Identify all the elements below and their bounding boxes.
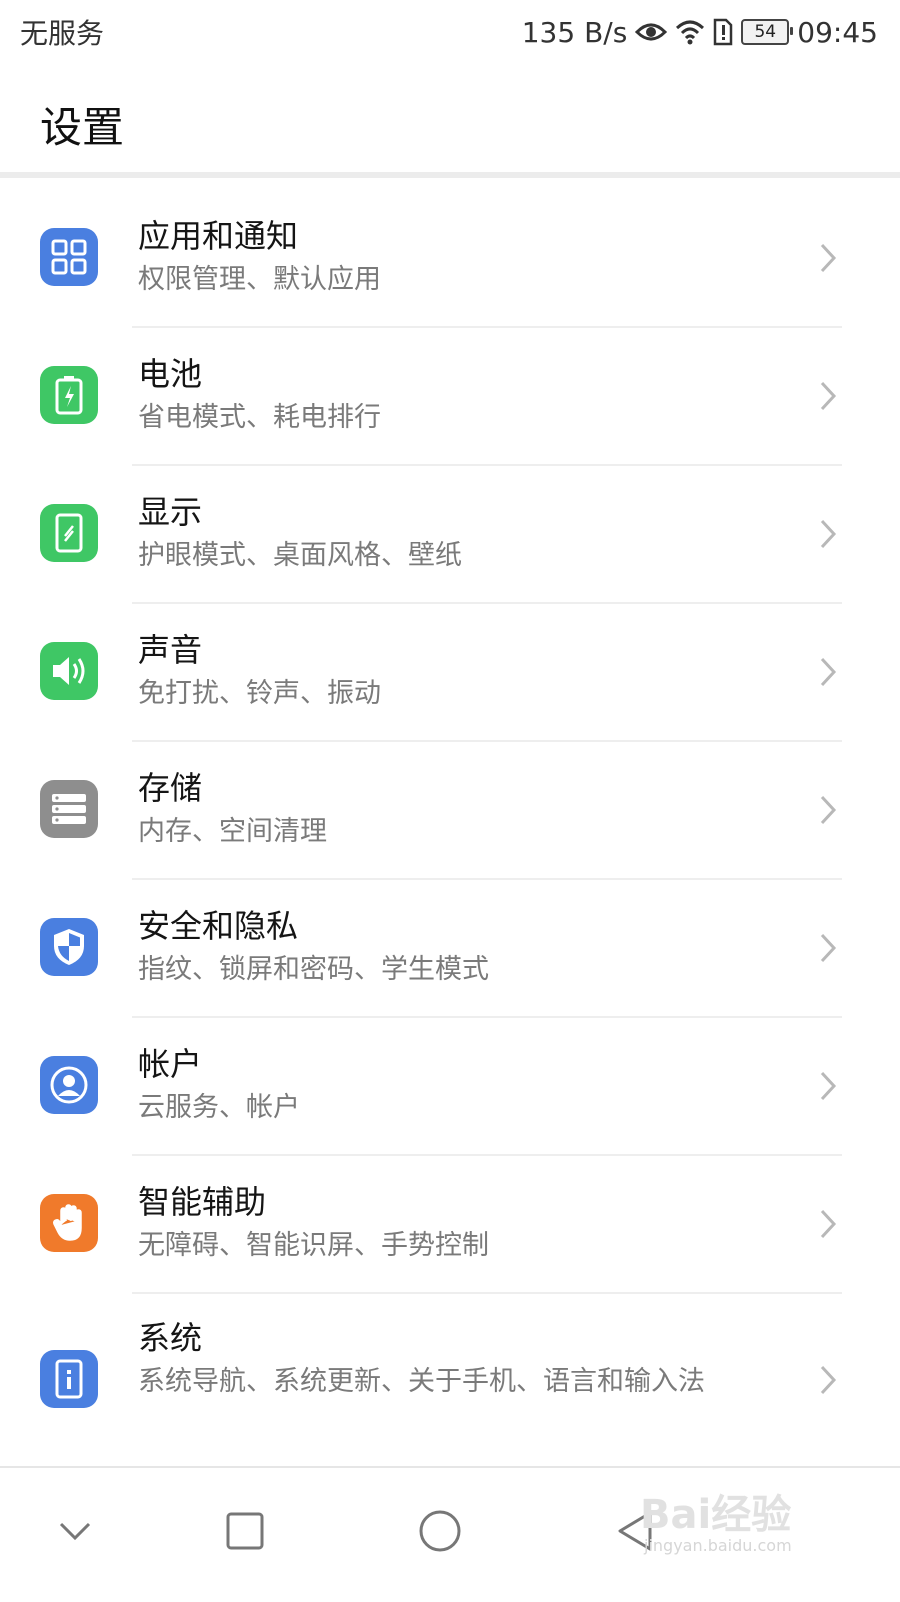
- shield-icon: [40, 918, 98, 976]
- item-title: 帐户: [138, 1045, 203, 1083]
- settings-item-storage[interactable]: 存储 内存、空间清理: [0, 742, 900, 880]
- item-title: 智能辅助: [138, 1183, 267, 1221]
- watermark: Bai经验 jingyan.baidu.com: [640, 1470, 830, 1580]
- display-icon: [40, 504, 98, 562]
- wifi-icon: [675, 19, 705, 45]
- chevron-right-icon: [814, 514, 842, 554]
- battery-indicator: 54: [741, 19, 794, 45]
- watermark-url: jingyan.baidu.com: [644, 1536, 792, 1555]
- hand-icon: [40, 1194, 98, 1252]
- item-title: 电池: [138, 355, 203, 393]
- recents-icon[interactable]: [210, 1496, 280, 1566]
- item-title: 系统: [138, 1319, 203, 1357]
- storage-icon: [40, 780, 98, 838]
- item-title: 存储: [138, 769, 203, 807]
- app-bar: 设置: [0, 64, 900, 174]
- item-title: 安全和隐私: [138, 907, 299, 945]
- apps-grid-icon: [40, 228, 98, 286]
- battery-icon: [40, 366, 98, 424]
- chevron-right-icon: [814, 1204, 842, 1244]
- settings-item-account[interactable]: 帐户 云服务、帐户: [0, 1018, 900, 1156]
- item-subtitle: 省电模式、耗电排行: [138, 402, 381, 433]
- status-bar: 无服务 135 B/s 54 09:45: [0, 0, 900, 64]
- watermark-brand: Bai经验: [640, 1492, 792, 1538]
- home-icon[interactable]: [405, 1496, 475, 1566]
- chevron-right-icon: [814, 928, 842, 968]
- chevron-right-icon: [814, 652, 842, 692]
- eye-comfort-icon: [635, 20, 668, 44]
- item-subtitle: 系统导航、系统更新、关于手机、语言和输入法: [138, 1366, 705, 1397]
- item-title: 声音: [138, 631, 203, 669]
- header-divider: [0, 172, 900, 178]
- page-title: 设置: [40, 103, 125, 152]
- hide-navbar-icon[interactable]: [40, 1496, 110, 1566]
- status-icons: 135 B/s 54 09:45: [522, 12, 878, 52]
- chevron-right-icon: [814, 790, 842, 830]
- clock: 09:45: [797, 15, 878, 49]
- item-subtitle: 无障碍、智能识屏、手势控制: [138, 1230, 489, 1261]
- item-title: 应用和通知: [138, 217, 299, 255]
- settings-item-battery[interactable]: 电池 省电模式、耗电排行: [0, 328, 900, 466]
- item-subtitle: 权限管理、默认应用: [138, 264, 381, 295]
- sim-alert-icon: [713, 18, 733, 46]
- item-subtitle: 内存、空间清理: [138, 816, 327, 847]
- chevron-right-icon: [814, 238, 842, 278]
- chevron-right-icon: [814, 1360, 842, 1400]
- settings-item-apps[interactable]: 应用和通知 权限管理、默认应用: [0, 190, 900, 328]
- settings-item-sound[interactable]: 声音 免打扰、铃声、振动: [0, 604, 900, 742]
- settings-item-smart-assist[interactable]: 智能辅助 无障碍、智能识屏、手势控制: [0, 1156, 900, 1294]
- settings-item-display[interactable]: 显示 护眼模式、桌面风格、壁纸: [0, 466, 900, 604]
- account-icon: [40, 1056, 98, 1114]
- item-title: 显示: [138, 493, 203, 531]
- speaker-icon: [40, 642, 98, 700]
- carrier-status: 无服务: [20, 17, 105, 50]
- system-info-icon: [40, 1350, 98, 1408]
- settings-item-system[interactable]: 系统 系统导航、系统更新、关于手机、语言和输入法: [0, 1294, 900, 1464]
- chevron-right-icon: [814, 376, 842, 416]
- item-subtitle: 指纹、锁屏和密码、学生模式: [138, 954, 489, 985]
- item-subtitle: 云服务、帐户: [138, 1092, 300, 1123]
- chevron-right-icon: [814, 1066, 842, 1106]
- item-subtitle: 护眼模式、桌面风格、壁纸: [138, 540, 462, 571]
- item-subtitle: 免打扰、铃声、振动: [138, 678, 381, 709]
- network-speed: 135 B/s: [521, 15, 628, 49]
- settings-item-security[interactable]: 安全和隐私 指纹、锁屏和密码、学生模式: [0, 880, 900, 1018]
- settings-list: 应用和通知 权限管理、默认应用 电池 省电模式、耗电排行 显示 护眼模式、桌面风…: [0, 190, 900, 1464]
